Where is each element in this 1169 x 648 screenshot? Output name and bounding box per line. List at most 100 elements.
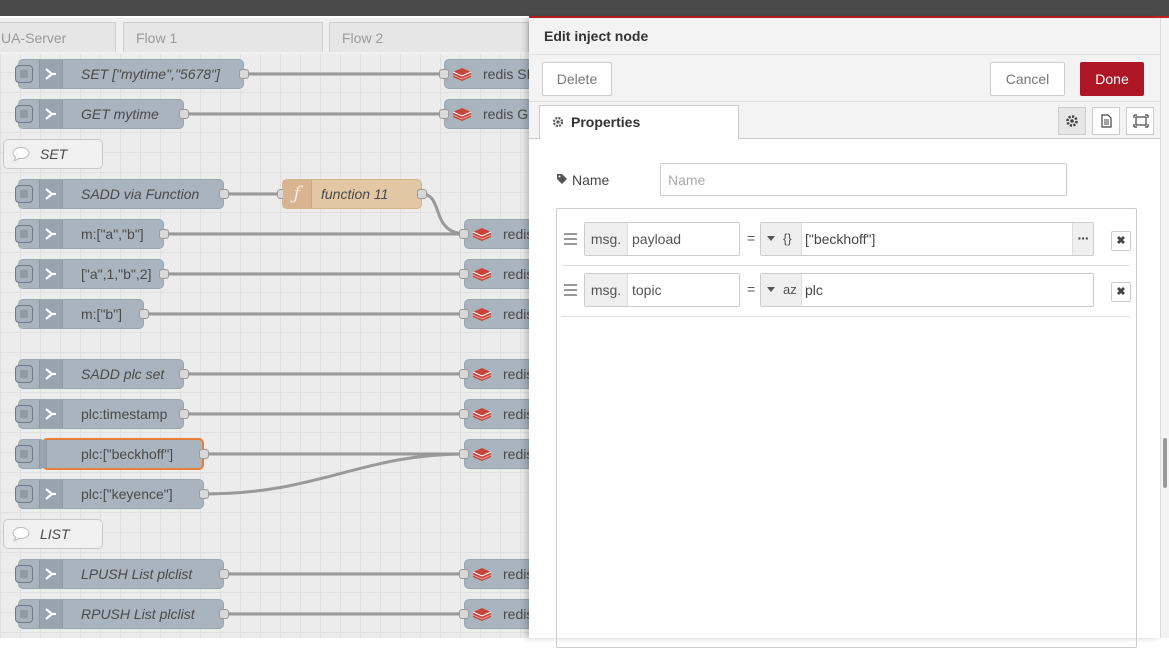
inject-button[interactable] — [15, 485, 33, 503]
inject-icon — [39, 100, 63, 128]
caret-down-icon — [767, 287, 775, 292]
input-port[interactable] — [459, 569, 469, 579]
scrollbar-thumb[interactable] — [1163, 438, 1167, 488]
redis-node[interactable]: redis — [459, 219, 529, 249]
inject-button[interactable] — [15, 605, 33, 623]
output-port[interactable] — [179, 109, 189, 119]
inject-node-m-b[interactable]: m:["b"] — [15, 299, 149, 329]
type-select[interactable]: az — [761, 274, 802, 306]
redis-node-get[interactable]: redis GET — [439, 99, 529, 129]
redis-node[interactable]: redis — [459, 359, 529, 389]
output-port[interactable] — [159, 229, 169, 239]
tray-title: Edit inject node — [544, 28, 649, 44]
inject-node-set-mytime[interactable]: SET ["mytime","5678"] — [15, 59, 249, 89]
output-port[interactable] — [219, 189, 229, 199]
comment-node-list[interactable]: LIST — [3, 519, 103, 549]
function-node-11[interactable]: ƒ function 11 — [277, 179, 427, 209]
inject-button[interactable] — [15, 565, 33, 583]
redis-node[interactable]: redis — [459, 559, 529, 589]
inject-button[interactable] — [15, 305, 33, 323]
output-port[interactable] — [159, 269, 169, 279]
property-value-input[interactable]: az plc — [760, 273, 1094, 307]
property-value-input[interactable]: {} ["beckhoff"] ··· — [760, 222, 1094, 256]
redis-node[interactable]: redis — [459, 599, 529, 629]
inject-button[interactable] — [15, 265, 33, 283]
comment-icon — [12, 527, 30, 541]
remove-row-button[interactable]: ✖ — [1111, 231, 1131, 251]
description-tab-button[interactable] — [1092, 107, 1120, 135]
inject-node-plc-beckhoff-handle[interactable] — [15, 439, 47, 469]
inject-node-sadd-plc-set[interactable]: SADD plc set — [15, 359, 189, 389]
inject-button[interactable] — [15, 105, 33, 123]
output-port[interactable] — [219, 569, 229, 579]
inject-node-rpush[interactable]: RPUSH List plclist — [15, 599, 229, 629]
input-port[interactable] — [459, 369, 469, 379]
property-name-input[interactable]: msg. payload — [584, 222, 740, 256]
flow-workspace[interactable]: UA-Server Flow 1 Flow 2 SET ["mytime","5… — [0, 18, 529, 638]
redis-node[interactable]: redis — [459, 259, 529, 289]
cancel-button[interactable]: Cancel — [990, 62, 1065, 96]
appearance-tab-button[interactable] — [1126, 107, 1154, 135]
input-port[interactable] — [439, 69, 449, 79]
tag-icon — [557, 174, 567, 184]
inject-icon — [39, 220, 63, 248]
inject-node-a1b2[interactable]: ["a",1,"b",2] — [15, 259, 169, 289]
redis-node[interactable]: redis — [459, 299, 529, 329]
done-button[interactable]: Done — [1080, 62, 1144, 96]
top-bar — [0, 0, 1169, 16]
output-port[interactable] — [179, 369, 189, 379]
output-port[interactable] — [199, 449, 209, 459]
redis-icon — [472, 268, 492, 281]
inject-icon — [39, 400, 63, 428]
inject-node-lpush[interactable]: LPUSH List plclist — [15, 559, 229, 589]
drag-handle-icon[interactable] — [564, 284, 577, 299]
redis-node-set[interactable]: redis SET — [439, 59, 529, 89]
output-port[interactable] — [139, 309, 149, 319]
type-select[interactable]: {} — [761, 223, 802, 255]
remove-row-button[interactable]: ✖ — [1111, 282, 1131, 302]
drag-handle-icon[interactable] — [564, 233, 577, 248]
inject-node-sadd-via-function[interactable]: SADD via Function — [15, 179, 229, 209]
inject-button[interactable] — [15, 445, 33, 463]
input-port[interactable] — [459, 449, 469, 459]
vertical-scrollbar[interactable] — [1160, 18, 1169, 638]
function-icon: ƒ — [283, 180, 312, 208]
input-port[interactable] — [459, 229, 469, 239]
inject-icon — [39, 480, 63, 508]
inject-node-plc-beckhoff-selected[interactable]: plc:["beckhoff"] — [42, 438, 209, 470]
output-port[interactable] — [417, 189, 427, 199]
inject-node-m-ab[interactable]: m:["a","b"] — [15, 219, 169, 249]
output-port[interactable] — [199, 489, 209, 499]
inject-button[interactable] — [15, 65, 33, 83]
inject-button[interactable] — [15, 365, 33, 383]
inject-node-get-mytime[interactable]: GET mytime — [15, 99, 189, 129]
inject-node-plc-timestamp[interactable]: plc:timestamp — [15, 399, 189, 429]
input-port[interactable] — [459, 609, 469, 619]
output-port[interactable] — [179, 409, 189, 419]
input-port[interactable] — [459, 269, 469, 279]
inject-icon — [39, 260, 63, 288]
tab-properties[interactable]: Properties — [539, 105, 739, 139]
inject-button[interactable] — [15, 185, 33, 203]
inject-button[interactable] — [15, 225, 33, 243]
input-port[interactable] — [459, 409, 469, 419]
name-input[interactable] — [660, 163, 1067, 196]
inject-node-plc-keyence[interactable]: plc:["keyence"] — [15, 479, 209, 509]
comment-icon — [12, 147, 30, 161]
expand-editor-button[interactable]: ··· — [1072, 223, 1093, 255]
input-port[interactable] — [459, 309, 469, 319]
comment-node-set[interactable]: SET — [3, 139, 103, 169]
redis-icon — [452, 68, 472, 81]
redis-node[interactable]: redis — [459, 399, 529, 429]
settings-tab-button[interactable] — [1058, 107, 1086, 135]
redis-icon — [472, 568, 492, 581]
output-port[interactable] — [219, 609, 229, 619]
inject-button[interactable] — [15, 405, 33, 423]
redis-node[interactable]: redis — [459, 439, 529, 469]
delete-button[interactable]: Delete — [542, 62, 612, 96]
input-port[interactable] — [439, 109, 449, 119]
gear-icon — [1066, 115, 1078, 127]
output-port[interactable] — [239, 69, 249, 79]
property-name-input[interactable]: msg. topic — [584, 273, 740, 307]
inject-icon — [39, 360, 63, 388]
